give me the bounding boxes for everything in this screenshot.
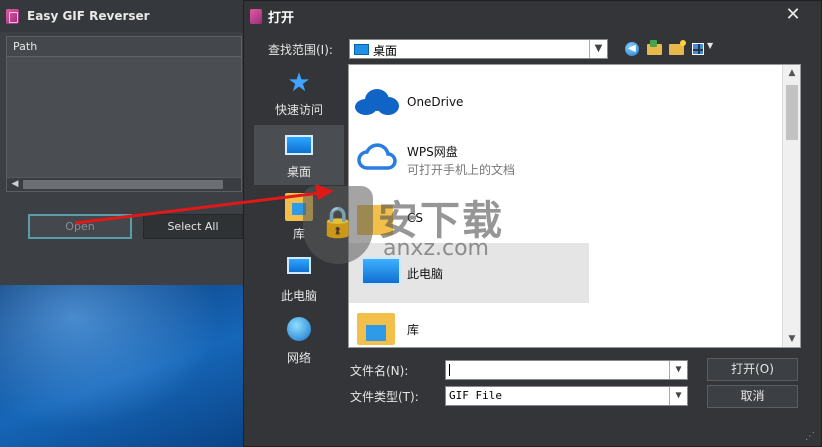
close-icon[interactable]: ✕ xyxy=(783,5,803,25)
open-button[interactable]: Open xyxy=(28,214,132,239)
chevron-down-icon[interactable]: ▼ xyxy=(669,387,687,405)
item-name: 库 xyxy=(407,323,420,337)
look-in-label: 查找范围(I): xyxy=(268,43,333,57)
dialog-title: 打开 xyxy=(268,10,295,26)
scroll-down-arrow-icon[interactable]: ▼ xyxy=(783,331,800,347)
filetype-value: GIF File xyxy=(449,389,502,402)
filetype-label: 文件类型(T): xyxy=(350,390,419,404)
app-titlebar: Easy GIF Reverser xyxy=(0,0,247,32)
chevron-down-icon[interactable]: ▼ xyxy=(589,40,607,58)
text-caret xyxy=(449,364,450,376)
desktop-wallpaper xyxy=(0,285,245,447)
desktop-icon xyxy=(285,135,313,155)
computer-icon xyxy=(287,257,311,274)
star-icon: ★ xyxy=(287,68,311,98)
up-folder-button[interactable] xyxy=(647,40,665,57)
wps-cloud-icon xyxy=(357,143,397,170)
vertical-scrollbar[interactable]: ▲ ▼ xyxy=(782,65,800,347)
list-item[interactable]: 库 xyxy=(349,303,782,347)
scrollbar-thumb[interactable] xyxy=(23,180,223,189)
place-label: 桌面 xyxy=(286,165,311,179)
look-in-dropdown[interactable]: 桌面 ▼ xyxy=(349,39,608,59)
scroll-up-arrow-icon[interactable]: ▲ xyxy=(783,65,800,81)
scrollbar-thumb[interactable] xyxy=(786,85,798,140)
item-name: OneDrive xyxy=(407,95,464,109)
path-column-header[interactable]: Path xyxy=(7,37,241,57)
network-icon xyxy=(287,317,311,341)
place-label: 此电脑 xyxy=(280,289,317,303)
back-button[interactable]: ◀ xyxy=(624,41,642,57)
place-quick-access[interactable]: ★ 快速访问 xyxy=(254,63,344,123)
watermark-shield-logo: 🔒 xyxy=(303,186,373,264)
dialog-open-button[interactable]: 打开(O) xyxy=(707,358,798,381)
place-label: 快速访问 xyxy=(274,103,323,117)
item-name: WPS网盘 xyxy=(407,145,458,159)
view-grid-icon xyxy=(692,43,704,55)
new-folder-icon xyxy=(669,40,686,55)
view-menu-button[interactable]: ▼ xyxy=(692,41,720,57)
filename-label: 文件名(N): xyxy=(350,364,409,378)
app-icon xyxy=(6,8,19,24)
list-item[interactable]: WPS网盘 可打开手机上的文档 xyxy=(349,131,782,191)
resize-grip-icon[interactable]: ⋰ xyxy=(805,431,815,442)
list-item[interactable]: OneDrive xyxy=(349,71,782,131)
item-name: 此电脑 xyxy=(407,267,444,281)
easy-gif-reverser-window: Easy GIF Reverser Path ◀ Open Select All xyxy=(0,0,248,285)
desktop-folder-icon xyxy=(354,44,369,55)
chevron-down-icon[interactable]: ▼ xyxy=(669,361,687,379)
look-in-value: 桌面 xyxy=(373,44,398,58)
place-desktop[interactable]: 桌面 xyxy=(254,125,344,185)
scroll-left-arrow-icon[interactable]: ◀ xyxy=(9,178,21,191)
dialog-titlebar: 打开 xyxy=(244,1,821,31)
filetype-select[interactable]: GIF File ▼ xyxy=(445,386,688,406)
dialog-app-icon xyxy=(250,8,262,24)
up-folder-icon xyxy=(647,40,662,55)
place-network[interactable]: 网络 xyxy=(254,311,344,371)
place-label: 网络 xyxy=(286,351,311,365)
computer-icon xyxy=(361,257,401,285)
back-arrow-icon: ◀ xyxy=(625,42,639,56)
horizontal-scrollbar[interactable]: ◀ xyxy=(7,177,241,191)
select-all-button[interactable]: Select All xyxy=(143,214,243,239)
chevron-down-icon: ▼ xyxy=(707,41,714,50)
onedrive-cloud-icon xyxy=(355,89,399,115)
watermark-lock-icon: 🔒 xyxy=(319,205,357,240)
new-folder-button[interactable] xyxy=(669,40,687,57)
dialog-cancel-button[interactable]: 取消 xyxy=(707,385,798,408)
filename-input[interactable]: ▼ xyxy=(445,360,688,380)
app-title: Easy GIF Reverser xyxy=(27,9,150,23)
path-list[interactable]: Path ◀ xyxy=(6,36,242,192)
library-icon xyxy=(357,313,395,345)
item-subtitle: 可打开手机上的文档 xyxy=(407,163,516,177)
watermark-domain: anxz.com xyxy=(383,236,489,261)
